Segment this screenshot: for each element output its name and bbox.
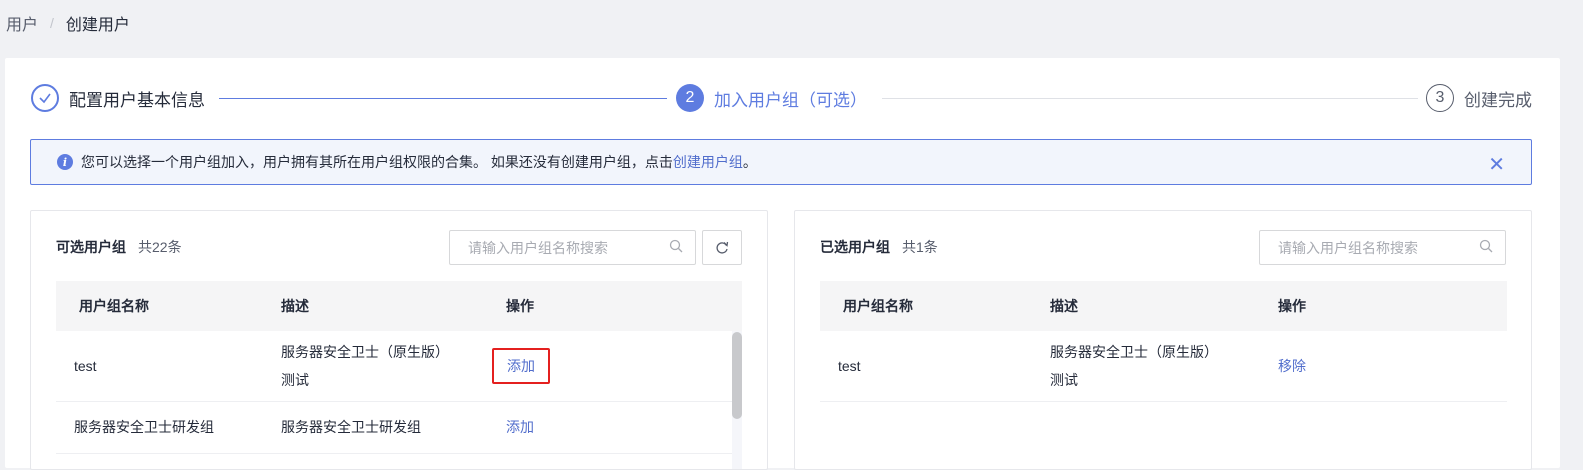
column-header: 用户组名称 xyxy=(56,281,281,331)
column-header: 用户组名称 xyxy=(820,281,1050,331)
group-name: test xyxy=(56,331,281,402)
group-desc: 服务器安全卫士（原生版） 测试 xyxy=(1050,331,1278,402)
column-header: 描述 xyxy=(1050,281,1278,331)
step-number: 3 xyxy=(1426,84,1454,112)
breadcrumb-current: 创建用户 xyxy=(65,17,130,34)
group-desc: 服务器安全卫士研发组 xyxy=(281,401,506,454)
search-icon xyxy=(669,239,683,253)
search-icon xyxy=(1479,239,1493,253)
panel-header: 已选用户组 共1条 xyxy=(820,237,938,257)
close-icon[interactable]: ✕ xyxy=(1488,152,1505,177)
panel-count: 共1条 xyxy=(902,239,938,255)
breadcrumb: 用户 / 创建用户 xyxy=(6,11,130,35)
panel-header: 可选用户组 共22条 xyxy=(56,237,182,257)
desc-line: 测试 xyxy=(1050,371,1078,388)
step-connector xyxy=(882,98,1418,99)
add-button[interactable]: 添加 xyxy=(506,419,534,435)
group-desc: 服务器安全卫士（原生版） 测试 xyxy=(281,331,506,402)
available-groups-table: 用户组名称 描述 操作 test 服务器安全卫士（原生版） 测试 添加 服务器安… xyxy=(56,281,742,454)
desc-line: 测试 xyxy=(281,371,309,388)
steps-bar: 配置用户基本信息 2 加入用户组（可选） 3 创建完成 xyxy=(5,58,1560,138)
step-complete: 3 创建完成 xyxy=(1426,84,1532,112)
panel-count: 共22条 xyxy=(138,239,182,255)
available-groups-panel: 可选用户组 共22条 请输入用户组名称搜索 用户组名称 描述 操作 test 服… xyxy=(30,210,768,470)
step-connector xyxy=(219,98,667,99)
group-name: test xyxy=(820,331,1050,402)
desc-line: 服务器安全卫士（原生版） xyxy=(281,343,449,360)
step-label: 创建完成 xyxy=(1464,90,1532,110)
column-header: 操作 xyxy=(506,281,742,331)
step-label: 加入用户组（可选） xyxy=(714,90,867,110)
info-alert: i 您可以选择一个用户组加入，用户拥有其所在用户组权限的合集。 如果还没有创建用… xyxy=(30,139,1532,185)
selected-groups-table: 用户组名称 描述 操作 test 服务器安全卫士（原生版） 测试 移除 xyxy=(820,281,1507,402)
step-join-group: 2 加入用户组（可选） xyxy=(676,84,867,112)
panel-title: 已选用户组 xyxy=(820,239,890,255)
column-header: 描述 xyxy=(281,281,506,331)
info-icon: i xyxy=(57,154,73,170)
search-placeholder: 请输入用户组名称搜索 xyxy=(1278,239,1418,256)
desc-line: 服务器安全卫士（原生版） xyxy=(1050,343,1218,360)
add-button[interactable]: 添加 xyxy=(492,347,550,384)
alert-text: 您可以选择一个用户组加入，用户拥有其所在用户组权限的合集。 如果还没有创建用户组… xyxy=(81,154,673,170)
breadcrumb-separator: / xyxy=(50,15,54,31)
column-header: 操作 xyxy=(1278,281,1507,331)
step-label: 配置用户基本信息 xyxy=(69,90,205,110)
panel-title: 可选用户组 xyxy=(56,239,126,255)
available-search-input[interactable]: 请输入用户组名称搜索 xyxy=(449,230,696,265)
selected-groups-panel: 已选用户组 共1条 请输入用户组名称搜索 用户组名称 描述 操作 test 服务… xyxy=(794,210,1532,470)
table-row: test 服务器安全卫士（原生版） 测试 添加 xyxy=(56,331,742,402)
search-placeholder: 请输入用户组名称搜索 xyxy=(468,239,608,256)
check-icon xyxy=(31,84,59,112)
selected-search-input[interactable]: 请输入用户组名称搜索 xyxy=(1259,230,1506,265)
scrollbar-thumb[interactable] xyxy=(732,332,742,419)
refresh-icon xyxy=(716,241,729,254)
step-number: 2 xyxy=(676,84,704,112)
table-row: 服务器安全卫士研发组 服务器安全卫士研发组 添加 xyxy=(56,401,742,454)
refresh-button[interactable] xyxy=(702,230,742,265)
group-name: 服务器安全卫士研发组 xyxy=(56,401,281,454)
create-user-card: 配置用户基本信息 2 加入用户组（可选） 3 创建完成 i 您可以选择一个用户组… xyxy=(5,58,1560,470)
remove-button[interactable]: 移除 xyxy=(1278,358,1306,374)
table-row: test 服务器安全卫士（原生版） 测试 移除 xyxy=(820,331,1507,402)
step-basic-info: 配置用户基本信息 xyxy=(31,84,205,112)
alert-suffix: 。 xyxy=(742,154,757,170)
breadcrumb-parent-link[interactable]: 用户 xyxy=(6,11,38,35)
create-group-link[interactable]: 创建用户组 xyxy=(673,152,743,172)
